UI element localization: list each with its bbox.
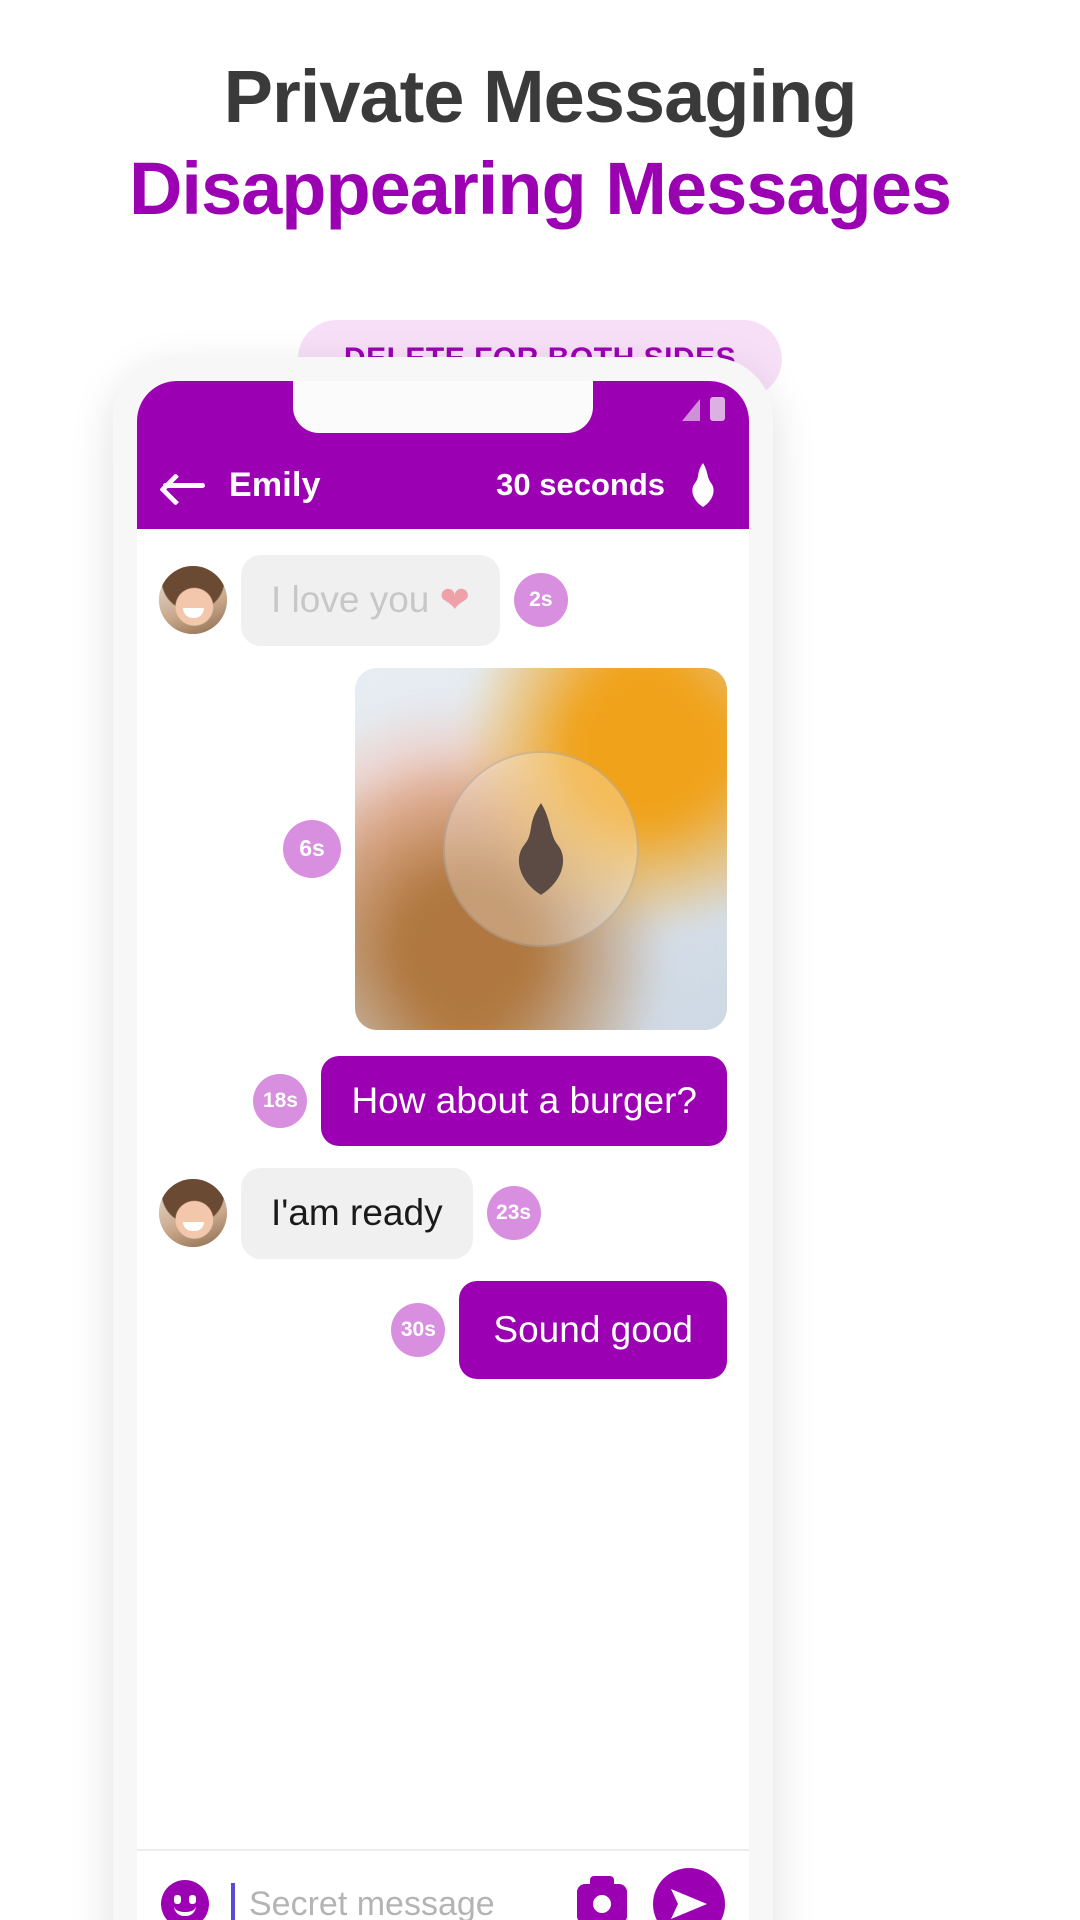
message-bubble-outgoing[interactable]: Sound good [459,1280,727,1380]
message-bubble-image[interactable] [355,667,727,1030]
message-bubble-incoming[interactable]: I love you ❤ [241,555,500,646]
message-timer-badge: 6s [283,819,341,878]
camera-icon[interactable] [577,1876,627,1920]
message-timer-badge: 2s [513,573,568,628]
contact-name: Emily [229,465,321,504]
battery-icon [710,397,725,421]
message-text: I love you [271,579,430,620]
message-bubble-outgoing[interactable]: How about a burger? [321,1055,727,1147]
message-input[interactable]: Secret message [249,1885,577,1920]
chat-header: Emily 30 seconds [137,441,749,529]
message-row-ready: I'am ready 23s [159,1168,727,1259]
avatar [159,566,227,635]
disappear-timer-label[interactable]: 30 seconds [496,467,665,503]
back-arrow-icon[interactable] [163,470,209,500]
avatar [159,1179,227,1248]
message-timer-badge: 18s [253,1073,308,1128]
text-caret [231,1883,235,1920]
signal-icon [682,399,700,421]
status-icons [682,397,725,421]
message-row-love-you: I love you ❤ 2s [159,555,727,646]
send-button[interactable] [653,1868,725,1920]
emoji-smiley-icon[interactable] [161,1880,209,1920]
promo-screenshot: Private Messaging Disappearing Messages … [0,0,1080,1920]
status-bar [137,381,749,441]
flame-icon[interactable] [443,750,639,947]
message-timer-badge: 23s [486,1186,541,1241]
phone-mockup: Emily 30 seconds I love you ❤ 2s 6s 18s … [113,357,773,1920]
headline-secondary: Disappearing Messages [128,147,952,230]
flame-icon[interactable] [683,462,723,508]
message-bubble-incoming[interactable]: I'am ready [241,1168,473,1259]
headline-primary: Private Messaging [223,55,858,138]
phone-screen: Emily 30 seconds I love you ❤ 2s 6s 18s … [137,381,749,1920]
heart-icon: ❤ [439,579,470,620]
message-row-burger: 18s How about a burger? [159,1055,727,1147]
message-row-photo: 6s [159,667,727,1030]
message-list[interactable]: I love you ❤ 2s 6s 18s How about a burge… [137,529,749,1849]
notch [293,381,593,433]
message-timer-badge: 30s [391,1302,446,1357]
message-row-sound-good: 30s Sound good [159,1280,727,1380]
message-input-bar: Secret message [137,1849,749,1920]
